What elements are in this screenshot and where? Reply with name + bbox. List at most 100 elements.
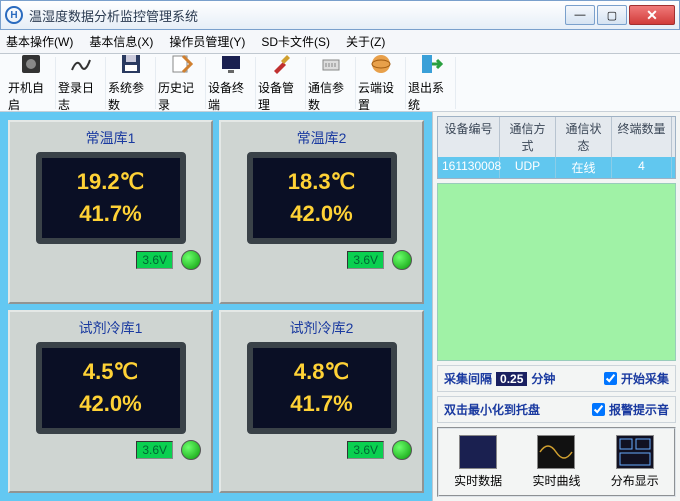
voltage-badge: 3.6V bbox=[136, 251, 173, 269]
start-collect-checkbox[interactable] bbox=[604, 372, 617, 385]
device-card[interactable]: 试剂冷库2 4.8℃ 41.7% 3.6V bbox=[219, 310, 424, 494]
toolbar-label: 系统参数 bbox=[108, 79, 153, 113]
toolbar: 开机自启 登录日志 系统参数 历史记录 设备终端 设备管理 通信参数 云端设置 … bbox=[0, 54, 680, 112]
status-led-icon bbox=[181, 250, 201, 270]
voltage-badge: 3.6V bbox=[347, 251, 384, 269]
terminal-button[interactable]: 设备终端 bbox=[206, 57, 256, 109]
side-panel: 设备编号 通信方式 通信状态 终端数量 161130008 UDP 在线 4 采… bbox=[432, 112, 680, 501]
distribution-button[interactable]: 分布显示 bbox=[602, 435, 668, 489]
device-title: 试剂冷库2 bbox=[290, 318, 354, 338]
col-terminal-count[interactable]: 终端数量 bbox=[612, 117, 672, 157]
device-title: 试剂冷库1 bbox=[79, 318, 143, 338]
app-logo-icon: H bbox=[5, 6, 23, 24]
tools-icon bbox=[268, 52, 294, 76]
toolbar-label: 退出系统 bbox=[408, 79, 453, 113]
voltage-badge: 3.6V bbox=[136, 441, 173, 459]
cell-terminal-count: 4 bbox=[612, 157, 672, 178]
log-area[interactable] bbox=[437, 183, 676, 361]
toolbar-label: 通信参数 bbox=[308, 79, 353, 113]
sysparam-button[interactable]: 系统参数 bbox=[106, 57, 156, 109]
realtime-data-button[interactable]: 实时数据 bbox=[445, 435, 511, 489]
interval-config: 采集间隔 0.25 分钟 开始采集 bbox=[437, 365, 676, 392]
oscilloscope-icon bbox=[537, 435, 575, 469]
cell-comm-mode: UDP bbox=[500, 157, 556, 178]
floppy-icon bbox=[118, 52, 144, 76]
col-comm-status[interactable]: 通信状态 bbox=[556, 117, 612, 157]
temperature-value: 4.8℃ bbox=[294, 359, 349, 385]
button-label: 实时曲线 bbox=[532, 472, 580, 489]
autostart-button[interactable]: 开机自启 bbox=[6, 57, 56, 109]
button-label: 分布显示 bbox=[611, 472, 659, 489]
device-card[interactable]: 试剂冷库1 4.5℃ 42.0% 3.6V bbox=[8, 310, 213, 494]
device-screen: 4.8℃ 41.7% bbox=[247, 342, 397, 434]
cell-device-id: 161130008 bbox=[438, 157, 500, 178]
status-led-icon bbox=[181, 440, 201, 460]
device-card[interactable]: 常温库1 19.2℃ 41.7% 3.6V bbox=[8, 120, 213, 304]
exit-icon bbox=[418, 52, 444, 76]
button-label: 实时数据 bbox=[454, 472, 502, 489]
toolbar-label: 开机自启 bbox=[8, 79, 53, 113]
menu-about[interactable]: 关于(Z) bbox=[346, 33, 385, 50]
device-title: 常温库1 bbox=[86, 128, 136, 148]
cell-comm-status: 在线 bbox=[556, 157, 612, 178]
start-collect-label: 开始采集 bbox=[621, 370, 669, 387]
col-comm-mode[interactable]: 通信方式 bbox=[500, 117, 556, 157]
content-area: 常温库1 19.2℃ 41.7% 3.6V 常温库2 18.3℃ 42.0% 3… bbox=[0, 112, 680, 501]
status-led-icon bbox=[392, 250, 412, 270]
humidity-value: 42.0% bbox=[290, 201, 352, 227]
device-screen: 19.2℃ 41.7% bbox=[36, 152, 186, 244]
commparam-button[interactable]: 通信参数 bbox=[306, 57, 356, 109]
loginlog-button[interactable]: 登录日志 bbox=[56, 57, 106, 109]
maximize-button[interactable]: ▢ bbox=[597, 5, 627, 25]
alarm-sound-label: 报警提示音 bbox=[609, 401, 669, 418]
signature-icon bbox=[68, 52, 94, 76]
device-title: 常温库2 bbox=[297, 128, 347, 148]
title-bar: H 温湿度数据分析监控管理系统 — ▢ ✕ bbox=[0, 0, 680, 30]
menu-operator[interactable]: 操作员管理(Y) bbox=[169, 33, 245, 50]
menu-basic-info[interactable]: 基本信息(X) bbox=[89, 33, 153, 50]
humidity-value: 41.7% bbox=[290, 391, 352, 417]
device-status-table: 设备编号 通信方式 通信状态 终端数量 161130008 UDP 在线 4 bbox=[437, 116, 676, 179]
humidity-value: 42.0% bbox=[79, 391, 141, 417]
toolbar-label: 设备管理 bbox=[258, 79, 303, 113]
temperature-value: 4.5℃ bbox=[83, 359, 138, 385]
edit-icon bbox=[168, 52, 194, 76]
devmgr-button[interactable]: 设备管理 bbox=[256, 57, 306, 109]
layout-icon bbox=[616, 435, 654, 469]
power-icon bbox=[18, 52, 44, 76]
tray-config: 双击最小化到托盘 报警提示音 bbox=[437, 396, 676, 423]
interval-label: 采集间隔 bbox=[444, 370, 492, 387]
temperature-value: 18.3℃ bbox=[288, 169, 356, 195]
interval-value[interactable]: 0.25 bbox=[496, 372, 527, 386]
voltage-badge: 3.6V bbox=[347, 441, 384, 459]
window-title: 温湿度数据分析监控管理系统 bbox=[29, 6, 565, 25]
device-card[interactable]: 常温库2 18.3℃ 42.0% 3.6V bbox=[219, 120, 424, 304]
alarm-sound-checkbox[interactable] bbox=[592, 403, 605, 416]
monitor-icon bbox=[218, 52, 244, 76]
interval-unit: 分钟 bbox=[531, 370, 555, 387]
modem-icon bbox=[318, 52, 344, 76]
menu-sdcard[interactable]: SD卡文件(S) bbox=[261, 33, 330, 50]
cloud-button[interactable]: 云端设置 bbox=[356, 57, 406, 109]
history-button[interactable]: 历史记录 bbox=[156, 57, 206, 109]
minimize-button[interactable]: — bbox=[565, 5, 595, 25]
toolbar-label: 历史记录 bbox=[158, 79, 203, 113]
table-row[interactable]: 161130008 UDP 在线 4 bbox=[438, 157, 675, 178]
tray-label: 双击最小化到托盘 bbox=[444, 401, 540, 418]
temperature-value: 19.2℃ bbox=[77, 169, 145, 195]
realtime-curve-button[interactable]: 实时曲线 bbox=[523, 435, 589, 489]
device-grid: 常温库1 19.2℃ 41.7% 3.6V 常温库2 18.3℃ 42.0% 3… bbox=[0, 112, 432, 501]
menu-basic-operation[interactable]: 基本操作(W) bbox=[6, 33, 73, 50]
toolbar-label: 云端设置 bbox=[358, 79, 403, 113]
menu-bar: 基本操作(W) 基本信息(X) 操作员管理(Y) SD卡文件(S) 关于(Z) bbox=[0, 30, 680, 54]
humidity-value: 41.7% bbox=[79, 201, 141, 227]
status-led-icon bbox=[392, 440, 412, 460]
close-button[interactable]: ✕ bbox=[629, 5, 675, 25]
exit-button[interactable]: 退出系统 bbox=[406, 57, 456, 109]
globe-icon bbox=[368, 52, 394, 76]
device-screen: 4.5℃ 42.0% bbox=[36, 342, 186, 434]
device-screen: 18.3℃ 42.0% bbox=[247, 152, 397, 244]
col-device-id[interactable]: 设备编号 bbox=[438, 117, 500, 157]
toolbar-label: 设备终端 bbox=[208, 79, 253, 113]
toolbar-label: 登录日志 bbox=[58, 79, 103, 113]
